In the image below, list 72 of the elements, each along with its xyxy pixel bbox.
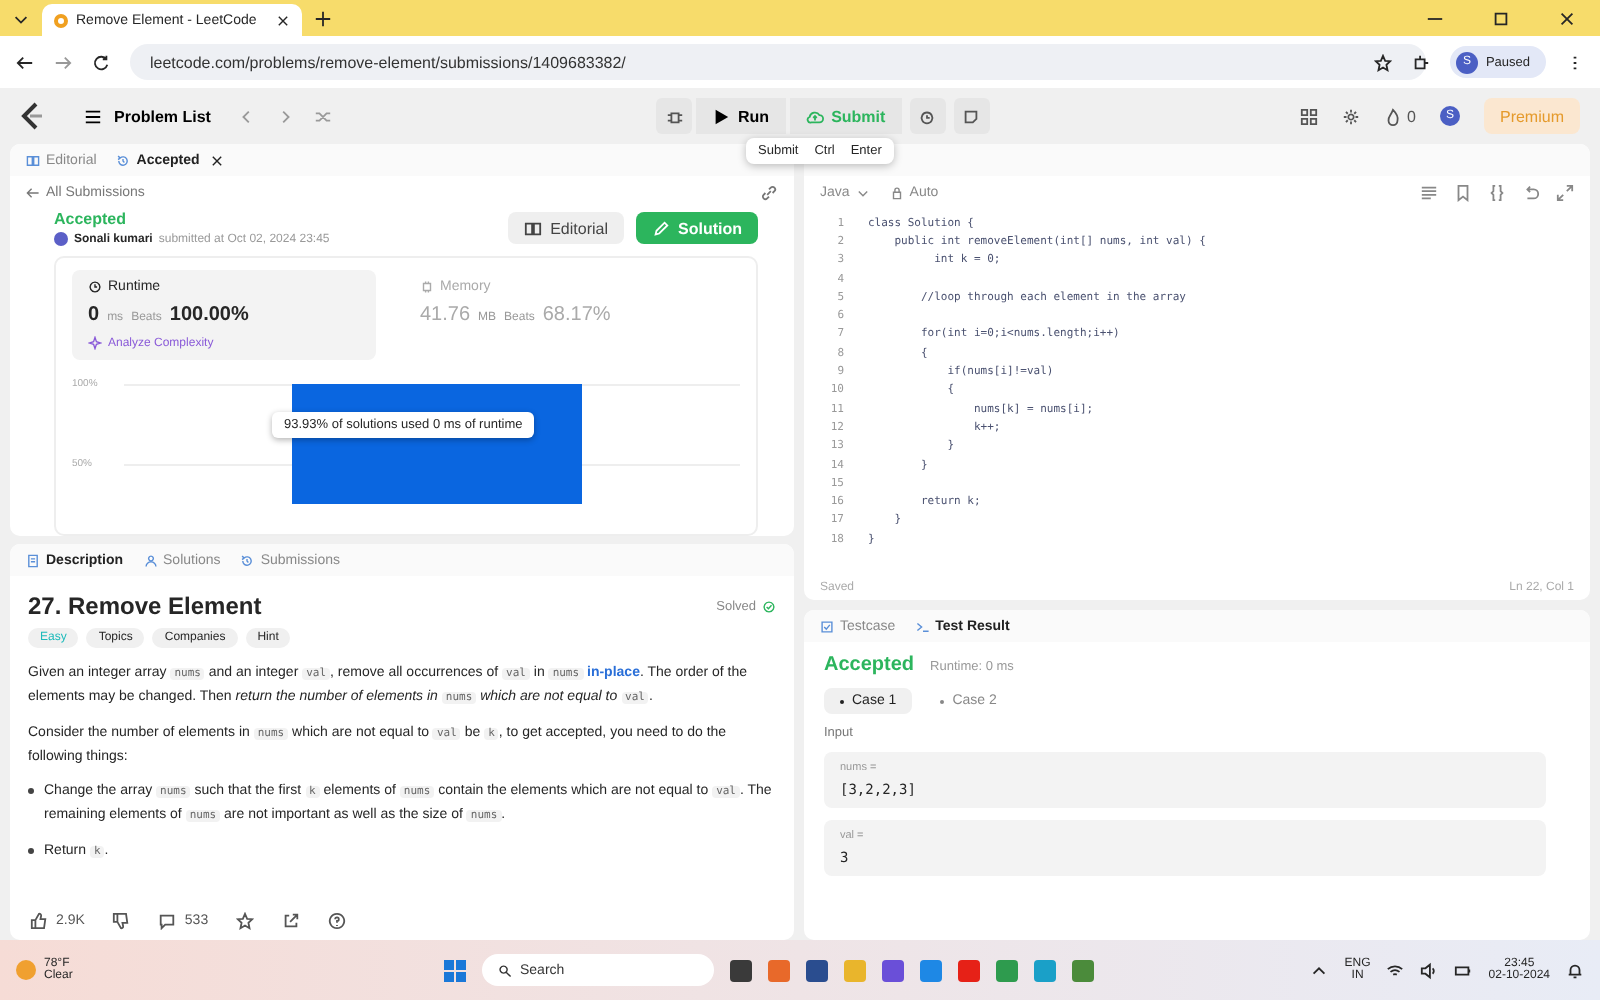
- editorial-button[interactable]: Editorial: [508, 212, 624, 244]
- back-arrow-icon: [26, 185, 40, 199]
- new-tab-plus-icon[interactable]: [314, 9, 332, 27]
- note-button[interactable]: [953, 98, 990, 134]
- list-icon: [84, 107, 102, 125]
- maximize-icon[interactable]: [1492, 9, 1510, 27]
- play-icon: [712, 107, 730, 125]
- share-icon[interactable]: [282, 911, 301, 929]
- help-icon[interactable]: [328, 911, 347, 929]
- history-icon: [116, 153, 131, 167]
- bullet-dot: [28, 848, 34, 854]
- start-icon[interactable]: [444, 959, 466, 981]
- bookmark-icon[interactable]: [1454, 184, 1472, 202]
- problem-list-button[interactable]: Problem List: [76, 107, 219, 125]
- address-bar[interactable]: leetcode.com/problems/remove-element/submissions/1409683382/: [130, 44, 1426, 80]
- forward-arrow-icon[interactable]: [54, 53, 72, 71]
- search-icon: [498, 963, 512, 977]
- bell-icon[interactable]: [1566, 961, 1584, 979]
- star-icon[interactable]: [236, 911, 255, 929]
- layout-icon[interactable]: [1299, 107, 1318, 125]
- book-icon: [524, 219, 543, 237]
- avatar-icon: [54, 232, 68, 246]
- close-icon[interactable]: [209, 153, 224, 167]
- pencil-icon: [652, 219, 670, 237]
- leetcode-logo-icon[interactable]: [20, 102, 44, 130]
- comment-icon: [158, 911, 177, 929]
- lock-icon: [889, 186, 904, 200]
- speaker-icon[interactable]: [1420, 961, 1439, 979]
- link-icon[interactable]: [760, 183, 778, 201]
- braces-icon[interactable]: [1488, 184, 1506, 202]
- moon-icon: [16, 960, 36, 980]
- app-icon[interactable]: [730, 959, 752, 981]
- submission-status: Accepted: [54, 210, 129, 228]
- run-button[interactable]: Run: [696, 98, 786, 134]
- chip-icon: [420, 280, 434, 294]
- settings-icon[interactable]: [1341, 107, 1360, 125]
- caret-icon: [855, 186, 870, 200]
- star-icon[interactable]: [1373, 53, 1392, 71]
- leetcode-logo-icon: [54, 13, 68, 27]
- note-icon: [962, 107, 981, 125]
- app-icon[interactable]: [806, 959, 828, 981]
- format-icon[interactable]: [1420, 184, 1438, 202]
- clock-icon: [88, 280, 102, 294]
- thumbs-down-icon[interactable]: [112, 911, 131, 929]
- checkbox-icon: [820, 619, 834, 633]
- person-icon: [143, 553, 158, 567]
- battery-icon[interactable]: [1454, 961, 1473, 979]
- sparkle-icon: [88, 336, 102, 350]
- alarm-button[interactable]: [909, 98, 946, 134]
- book-icon: [26, 153, 40, 167]
- flame-icon: [1383, 107, 1402, 125]
- back-arrow-icon[interactable]: [16, 53, 34, 71]
- result-status: Accepted: [824, 654, 915, 676]
- cloud-upload-icon: [805, 107, 824, 125]
- bullet-dot: [28, 788, 34, 794]
- expand-icon[interactable]: [1556, 184, 1574, 202]
- puzzle-icon[interactable]: [1411, 53, 1430, 71]
- document-icon: [26, 553, 40, 567]
- terminal-icon: [915, 619, 930, 633]
- problem-title: 27. Remove Element: [28, 592, 262, 620]
- debug-button[interactable]: [656, 98, 692, 134]
- bug-icon: [665, 107, 683, 125]
- close-icon[interactable]: [1558, 9, 1576, 27]
- app-icon[interactable]: [882, 959, 904, 981]
- undo-icon[interactable]: [1522, 184, 1540, 202]
- thumbs-up-icon: [30, 911, 48, 929]
- wifi-icon[interactable]: [1386, 961, 1405, 979]
- streak-counter[interactable]: 0: [1383, 107, 1416, 125]
- reload-icon[interactable]: [92, 53, 110, 71]
- alarm-clock-icon: [918, 107, 937, 125]
- close-icon[interactable]: [276, 13, 290, 27]
- history-icon: [240, 553, 255, 567]
